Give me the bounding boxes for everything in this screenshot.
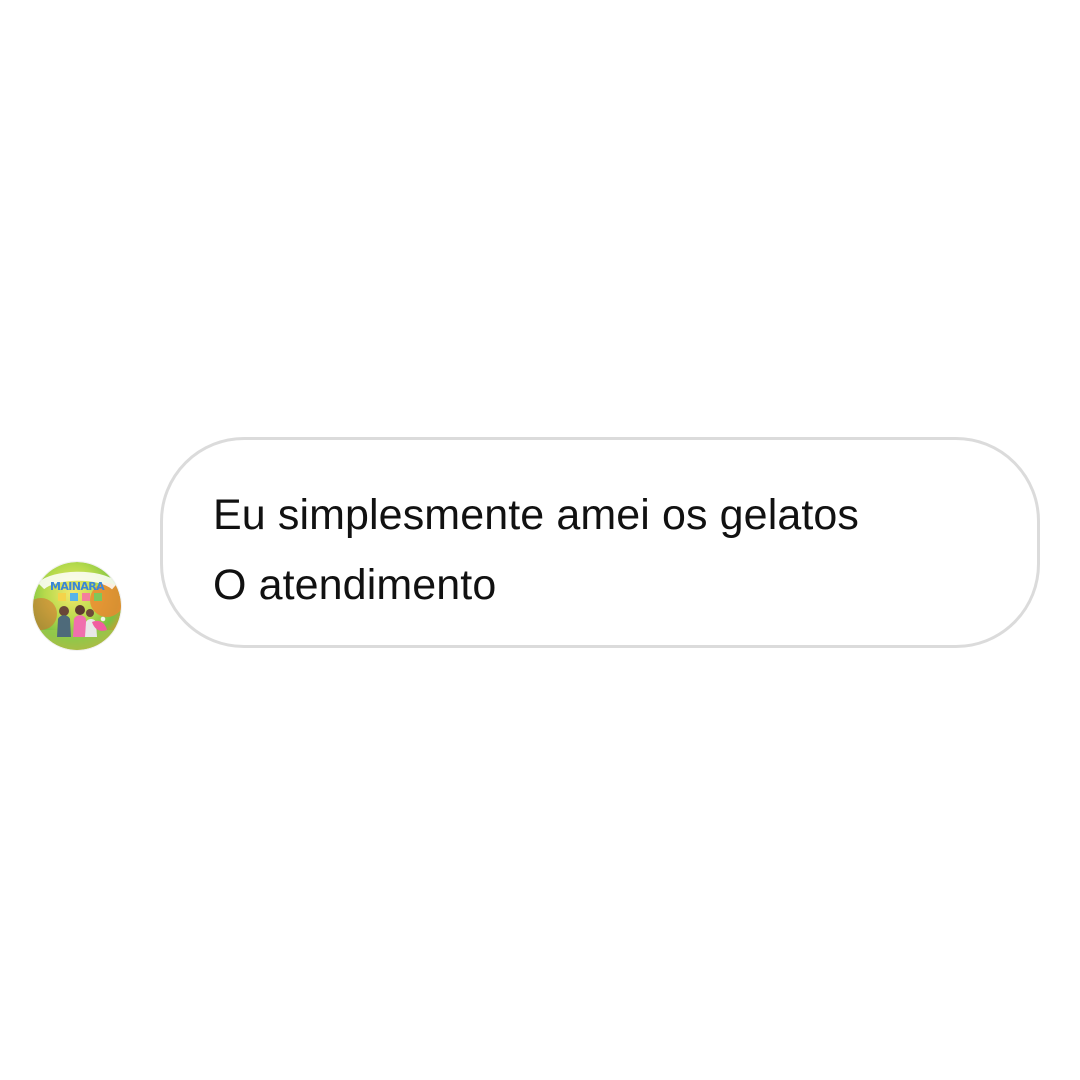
message-bubble[interactable]: Eu simplesmente amei os gelatos O atendi… xyxy=(160,437,1040,648)
avatar-photo-icon: MAINARA xyxy=(33,562,121,650)
chat-message-row: MAINARA Eu simplesmente amei os gelatos … xyxy=(0,0,1080,1080)
message-line-2: O atendimento xyxy=(213,561,497,609)
svg-text:MAINARA: MAINARA xyxy=(50,580,105,593)
message-line-1: Eu simplesmente amei os gelatos xyxy=(213,491,860,539)
message-text: Eu simplesmente amei os gelatos O atendi… xyxy=(213,480,997,620)
sender-avatar[interactable]: MAINARA xyxy=(33,562,121,650)
